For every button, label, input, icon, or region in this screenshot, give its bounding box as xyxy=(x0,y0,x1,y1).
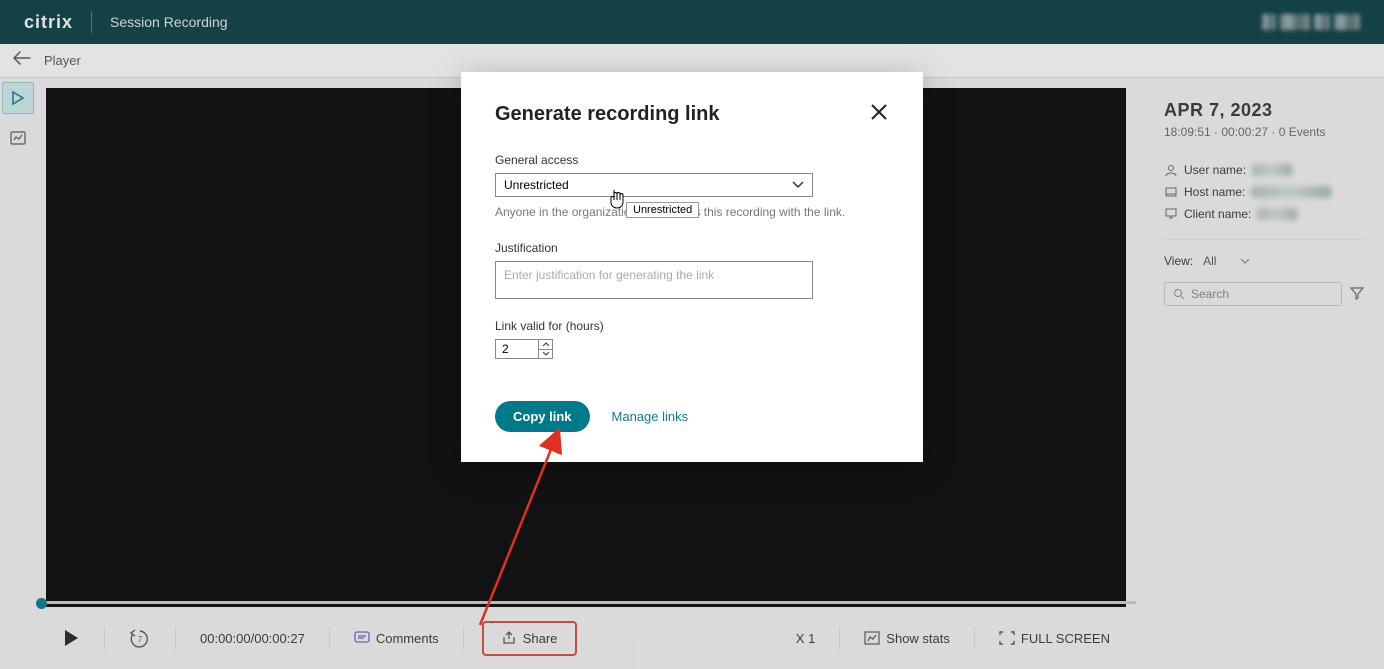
validity-label: Link valid for (hours) xyxy=(495,319,889,333)
close-icon[interactable] xyxy=(869,102,889,127)
manage-links-link[interactable]: Manage links xyxy=(612,409,689,424)
cursor-icon xyxy=(608,188,628,210)
copy-link-button[interactable]: Copy link xyxy=(495,401,590,432)
validity-spinner xyxy=(539,339,553,359)
chevron-down-icon xyxy=(792,178,804,192)
spinner-down-button[interactable] xyxy=(539,350,552,359)
general-access-select[interactable]: Unrestricted xyxy=(495,173,813,197)
justification-label: Justification xyxy=(495,241,889,255)
modal-title: Generate recording link xyxy=(495,103,720,126)
general-access-value: Unrestricted xyxy=(504,178,569,192)
validity-input[interactable]: 2 xyxy=(495,339,539,359)
hover-tooltip: Unrestricted xyxy=(626,202,699,218)
justification-input[interactable]: Enter justification for generating the l… xyxy=(495,261,813,299)
generate-link-modal: Generate recording link General access U… xyxy=(461,72,923,462)
validity-value: 2 xyxy=(502,342,509,356)
general-access-label: General access xyxy=(495,153,889,167)
spinner-up-button[interactable] xyxy=(539,340,552,350)
justification-placeholder: Enter justification for generating the l… xyxy=(504,268,714,282)
